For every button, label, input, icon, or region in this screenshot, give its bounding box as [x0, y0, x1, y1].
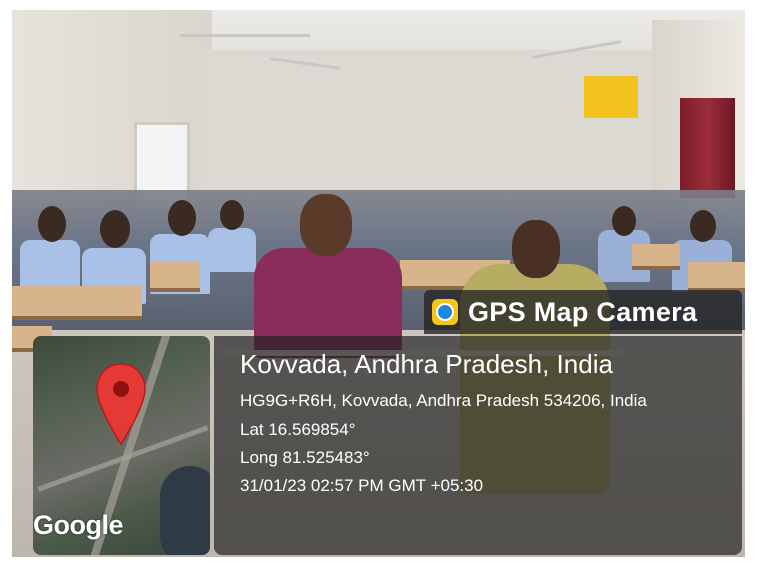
- map-water: [160, 466, 210, 555]
- student-head: [100, 210, 130, 248]
- location-info-panel: Kovvada, Andhra Pradesh, India HG9G+R6H,…: [214, 336, 742, 555]
- location-pin-icon: [96, 363, 146, 446]
- google-logo: Google: [33, 510, 124, 540]
- student-head: [220, 200, 244, 230]
- student-head: [690, 210, 716, 242]
- satellite-map-thumbnail: Google: [33, 336, 210, 555]
- latitude-text: Lat 16.569854°: [240, 420, 356, 439]
- desk: [632, 244, 680, 270]
- student-head: [168, 200, 196, 236]
- gps-camera-badge: GPS Map Camera: [424, 290, 742, 334]
- desk: [150, 262, 200, 292]
- student: [208, 228, 256, 272]
- timestamp-text: 31/01/23 02:57 PM GMT +05:30: [240, 476, 484, 495]
- gps-map-camera-logo-icon: [432, 299, 458, 325]
- ceiling-light: [180, 34, 310, 37]
- woman-head: [512, 220, 560, 278]
- camera-lens-icon: [436, 303, 454, 321]
- location-title: Kovvada, Andhra Pradesh, India: [240, 349, 613, 379]
- address-text: HG9G+R6H, Kovvada, Andhra Pradesh 534206…: [240, 391, 647, 410]
- student-head: [612, 206, 636, 236]
- longitude-text: Long 81.525483°: [240, 448, 370, 467]
- curtain: [680, 98, 735, 198]
- desk: [688, 262, 745, 292]
- app-name: GPS Map Camera: [468, 296, 698, 327]
- student-head: [38, 206, 66, 242]
- notice-board: [584, 76, 638, 118]
- desk: [12, 286, 142, 320]
- man-head: [300, 194, 352, 256]
